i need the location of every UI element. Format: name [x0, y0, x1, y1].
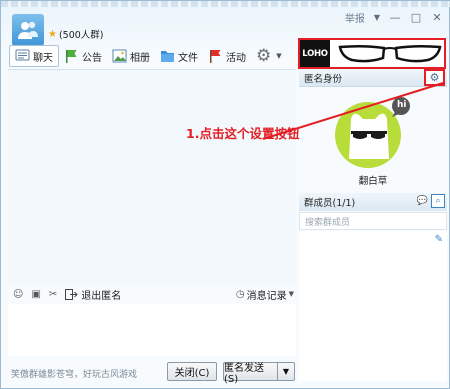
member-search-input[interactable]: 搜索群成员: [299, 212, 447, 230]
chat-toolbar: 聊天 公告 相册 文件 活动 ⚙ ▼: [9, 44, 287, 68]
anonymous-name: 翻白草: [358, 176, 388, 187]
window-controls: 举报 ▼ — □ ✕: [345, 10, 443, 25]
announcement-icon: [64, 49, 79, 63]
anonymous-send-button[interactable]: 匿名发送(S): [223, 362, 277, 385]
exit-anonymous-label: 退出匿名: [81, 290, 122, 302]
report-link[interactable]: 举报: [345, 10, 365, 25]
star-icon: ★: [48, 28, 57, 40]
tab-activity[interactable]: 活动: [203, 45, 251, 67]
members-header-label: 群成员(1/1): [304, 198, 356, 209]
minimize-button[interactable]: —: [389, 11, 401, 24]
tab-chat-label: 聊天: [33, 52, 53, 64]
anonymous-header-label: 匿名身份: [304, 73, 343, 85]
gear-icon: ⚙: [256, 46, 272, 66]
close-button[interactable]: 关闭(C): [167, 362, 217, 381]
group-title[interactable]: ★ (500人群): [48, 27, 104, 42]
emoji-icon[interactable]: ☺: [13, 289, 23, 300]
members-header: 群成员(1/1) 💬 ⌕: [299, 193, 447, 211]
message-history-label: 消息记录: [246, 290, 287, 302]
chat-bubble-icon[interactable]: 💬: [417, 196, 428, 206]
footer-ad-text[interactable]: 笑傲群雄影苍穹，好玩古风游戏: [11, 367, 137, 380]
chevron-down-icon: ▼: [288, 290, 294, 298]
exit-anonymous-button[interactable]: 退出匿名: [65, 287, 121, 302]
activity-icon: [208, 49, 223, 63]
image-icon[interactable]: ▣: [31, 289, 40, 300]
screenshot-icon[interactable]: ✂: [49, 289, 57, 300]
edit-icon[interactable]: ✎: [435, 234, 443, 245]
tab-file[interactable]: 文件: [155, 45, 203, 67]
right-panel: 匿名身份 ⚙ hi 翻白草 群成员(1/1) 💬 ⌕ 搜索群成员 ✎: [299, 69, 447, 385]
file-icon: [160, 49, 175, 63]
chevron-down-icon: ▼: [276, 52, 282, 60]
tab-album[interactable]: 相册: [107, 45, 155, 67]
chat-icon: [15, 49, 30, 63]
hi-bubble-text: hi: [397, 100, 407, 110]
anonymous-settings-button[interactable]: ⚙: [424, 69, 445, 86]
top-strip: [1, 1, 450, 7]
send-options-dropdown[interactable]: ▼: [277, 362, 295, 381]
group-avatar[interactable]: [12, 14, 44, 46]
close-window-button[interactable]: ✕: [431, 11, 443, 24]
glasses-image: [338, 44, 442, 63]
tab-file-label: 文件: [178, 52, 198, 64]
annotation-text: 1.点击这个设置按钮: [186, 126, 300, 141]
message-history-area[interactable]: [8, 69, 296, 285]
tab-announcement[interactable]: 公告: [59, 45, 107, 67]
group-name: (500人群): [58, 30, 104, 41]
member-list[interactable]: ✎: [299, 231, 447, 381]
album-icon: [112, 49, 127, 63]
message-history-button[interactable]: ◷ 消息记录 ▼: [236, 287, 296, 302]
toolbar-more-button[interactable]: ⚙ ▼: [251, 45, 287, 67]
tab-album-label: 相册: [130, 52, 150, 64]
ad-brand-logo: LOHO: [300, 40, 330, 67]
report-dropdown-icon[interactable]: ▼: [374, 13, 380, 22]
gear-icon: ⚙: [429, 71, 440, 84]
chat-window: ★ (500人群) 举报 ▼ — □ ✕ 聊天 公告 相册 文件 活动 ⚙ ▼ …: [0, 0, 450, 389]
member-search-button[interactable]: ⌕: [431, 194, 445, 208]
input-toolbar: ☺ ▣ ✂ 退出匿名 ◷ 消息记录 ▼: [8, 285, 296, 303]
tab-chat[interactable]: 聊天: [9, 45, 59, 67]
exit-icon: [65, 288, 78, 300]
tab-announcement-label: 公告: [82, 52, 102, 64]
clock-icon: ◷: [235, 288, 245, 300]
ad-banner[interactable]: LOHO: [298, 38, 446, 69]
maximize-button[interactable]: □: [410, 11, 422, 24]
message-input[interactable]: [8, 304, 296, 356]
group-people-icon: [18, 21, 38, 39]
tab-activity-label: 活动: [226, 52, 246, 64]
member-search-placeholder: 搜索群成员: [305, 217, 351, 228]
